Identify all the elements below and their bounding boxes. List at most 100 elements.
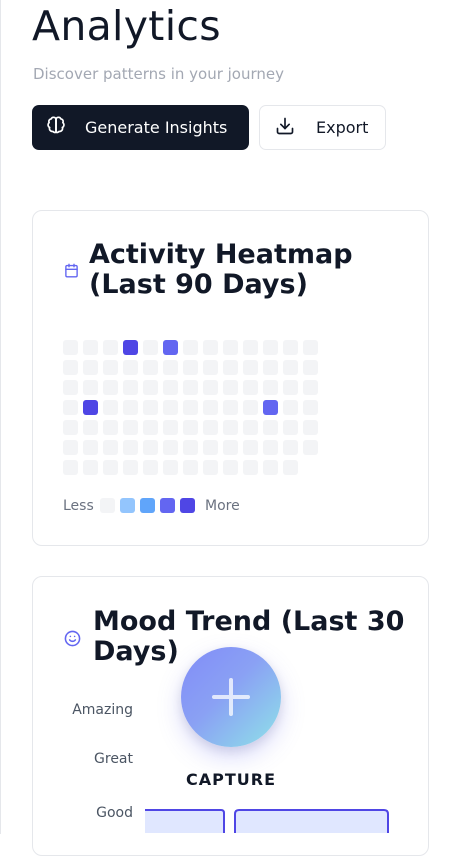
generate-insights-label: Generate Insights — [85, 118, 228, 137]
heatmap-cell — [243, 400, 258, 415]
heatmap-cell — [183, 340, 198, 355]
heatmap-cell — [243, 360, 258, 375]
heatmap-cell — [283, 360, 298, 375]
heatmap-cell — [123, 440, 138, 455]
heatmap-cell — [263, 340, 278, 355]
heatmap-cell — [163, 460, 178, 475]
heatmap-cell — [283, 440, 298, 455]
heatmap-cell — [143, 380, 158, 395]
heatmap-cell — [223, 340, 238, 355]
heatmap-cell — [83, 380, 98, 395]
legend-level-0 — [100, 498, 115, 513]
heatmap-cell — [143, 400, 158, 415]
heatmap-cell — [223, 400, 238, 415]
heatmap-cell — [103, 460, 118, 475]
plus-icon — [212, 678, 250, 716]
heatmap-cell — [103, 400, 118, 415]
heatmap-cell — [143, 360, 158, 375]
window-edge — [0, 0, 1, 834]
legend-level-1 — [120, 498, 135, 513]
page-subtitle: Discover patterns in your journey — [33, 65, 285, 83]
heatmap-cell — [83, 440, 98, 455]
heatmap-cell — [63, 380, 78, 395]
page-title: Analytics — [32, 2, 221, 50]
heatmap-cell — [103, 360, 118, 375]
heatmap-cell — [163, 360, 178, 375]
heatmap-cell — [123, 380, 138, 395]
activity-heatmap-card: Activity Heatmap (Last 90 Days) Less Mor… — [32, 210, 429, 546]
heatmap-cell — [263, 380, 278, 395]
heatmap-cell — [183, 460, 198, 475]
heatmap-cell — [83, 340, 98, 355]
heatmap-cell — [63, 460, 78, 475]
heatmap-cell — [303, 340, 318, 355]
export-button[interactable]: Export — [259, 105, 386, 150]
heatmap-cell — [63, 340, 78, 355]
calendar-icon — [64, 263, 79, 282]
heatmap-cell — [83, 420, 98, 435]
heatmap-cell — [263, 440, 278, 455]
heatmap-cell — [283, 420, 298, 435]
heatmap-cell — [163, 380, 178, 395]
heatmap-cell — [243, 420, 258, 435]
heatmap-cell — [163, 420, 178, 435]
heatmap-legend: Less More — [63, 496, 363, 516]
heatmap-cell — [183, 380, 198, 395]
heatmap-cell — [83, 360, 98, 375]
heatmap-cell — [203, 420, 218, 435]
heatmap-cell — [223, 360, 238, 375]
heatmap-cell — [223, 420, 238, 435]
heatmap-cell — [123, 340, 138, 355]
heatmap-cell — [243, 340, 258, 355]
legend-level-3 — [160, 498, 175, 513]
heatmap-cell — [83, 460, 98, 475]
legend-more-label: More — [205, 498, 240, 514]
download-icon — [275, 116, 295, 140]
heatmap-cell — [143, 420, 158, 435]
heatmap-cell — [123, 420, 138, 435]
brain-icon — [46, 116, 66, 140]
heatmap-cell — [163, 400, 178, 415]
legend-less-label: Less — [63, 498, 94, 514]
mood-area-1 — [145, 810, 224, 833]
heatmap-cell — [163, 340, 178, 355]
heatmap-cell — [303, 380, 318, 395]
heatmap-cell — [183, 440, 198, 455]
heatmap-cell — [143, 340, 158, 355]
heatmap-cell — [303, 360, 318, 375]
heatmap-cell — [163, 440, 178, 455]
heatmap-cell — [123, 460, 138, 475]
export-label: Export — [316, 118, 369, 137]
heatmap-cell — [103, 380, 118, 395]
heatmap-cell — [83, 400, 98, 415]
heatmap-cell — [283, 380, 298, 395]
heatmap-cell — [303, 420, 318, 435]
heatmap-cell — [283, 400, 298, 415]
heatmap-cell — [223, 440, 238, 455]
heatmap-cell — [183, 420, 198, 435]
capture-button[interactable] — [181, 647, 281, 747]
heatmap-cell — [263, 420, 278, 435]
legend-level-2 — [140, 498, 155, 513]
heatmap-cell — [63, 360, 78, 375]
generate-insights-button[interactable]: Generate Insights — [32, 105, 249, 150]
heatmap-cell — [203, 460, 218, 475]
heatmap-cell — [203, 360, 218, 375]
capture-label: CAPTURE — [185, 770, 276, 789]
heatmap-cell — [263, 400, 278, 415]
heatmap-cell — [183, 360, 198, 375]
heatmap-cell — [203, 400, 218, 415]
heatmap-cell — [303, 440, 318, 455]
heatmap-cell — [63, 400, 78, 415]
heatmap-cell — [263, 360, 278, 375]
heatmap-cell — [243, 460, 258, 475]
heatmap-cell — [203, 340, 218, 355]
heatmap-cell — [183, 400, 198, 415]
heatmap-cell — [103, 340, 118, 355]
heatmap-cell — [103, 420, 118, 435]
mood-area-2 — [235, 810, 388, 833]
heatmap-cell — [263, 460, 278, 475]
heatmap-cell — [203, 380, 218, 395]
heatmap-cell — [223, 460, 238, 475]
heatmap-cell — [143, 460, 158, 475]
